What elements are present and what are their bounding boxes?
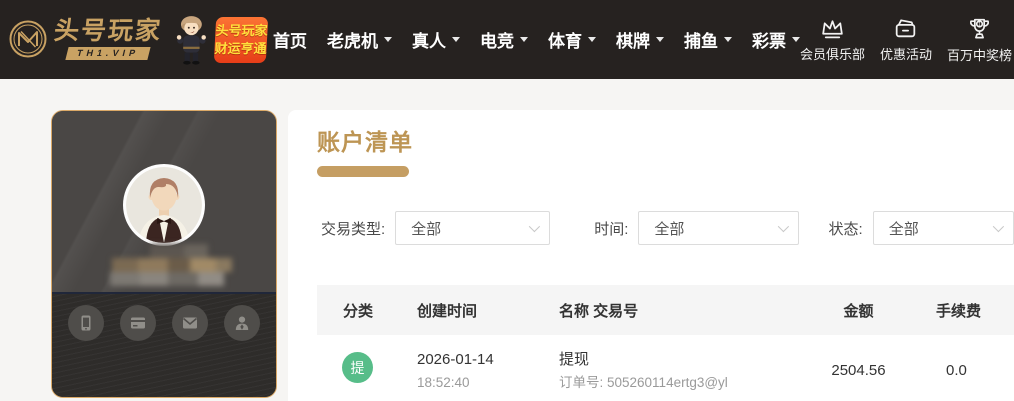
chevron-down-icon [587, 37, 596, 42]
blurred-username [106, 244, 234, 286]
filter-label-transaction-type: 交易类型: [321, 220, 386, 238]
shortcut-winners-board[interactable]: 1 百万中奖榜 [947, 16, 1012, 64]
wallet-icon [896, 18, 916, 37]
nav-shortcuts: 会员俱乐部 优惠活动 1 百万中奖榜 [800, 16, 1012, 64]
nav-item-slots[interactable]: 老虎机 [327, 27, 392, 52]
logo-domain: TH1.VIP [65, 47, 151, 60]
nav-item-chess[interactable]: 棋牌 [616, 27, 664, 52]
filter-label-time: 时间: [594, 220, 629, 238]
profile-card [51, 110, 277, 398]
time-select[interactable]: 全部 [638, 211, 799, 245]
trophy-icon: 1 [969, 18, 989, 38]
person-icon [235, 316, 249, 330]
mail-icon [182, 317, 198, 329]
profile-top-section [52, 111, 276, 292]
header-name-transaction: 名称 交易号 [559, 302, 639, 320]
withdraw-badge: 提 [342, 352, 373, 383]
nav-item-fishing[interactable]: 捕鱼 [684, 27, 732, 52]
status-select[interactable]: 全部 [872, 211, 1014, 245]
nav-item-esports[interactable]: 电竞 [480, 27, 528, 52]
card-icon [131, 317, 145, 329]
title-underline [317, 166, 409, 177]
fortune-badge-line1: 头号玩家 [214, 22, 268, 38]
bank-card-button[interactable] [120, 305, 156, 341]
nav-item-home[interactable]: 首页 [273, 27, 307, 52]
header-amount: 金额 [843, 302, 874, 320]
logo-title: 头号玩家 [52, 17, 164, 46]
site-logo[interactable]: 头号玩家 TH1.VIP [8, 17, 164, 60]
row-fee: 0.0 [946, 362, 967, 379]
row-amount: 2504.56 [831, 362, 886, 379]
filter-label-status: 状态: [828, 220, 863, 238]
chevron-down-icon [992, 220, 1005, 233]
chevron-down-icon [528, 220, 541, 233]
avatar [123, 164, 205, 246]
row-time: 18:52:40 [417, 375, 470, 390]
chevron-down-icon [519, 37, 528, 42]
crown-icon [822, 19, 843, 38]
table-header: 分类 创建时间 名称 交易号 金额 手续费 [317, 285, 1014, 335]
chevron-down-icon [451, 37, 460, 42]
chevron-down-icon [723, 37, 732, 42]
chevron-down-icon [777, 220, 789, 233]
nav-item-live[interactable]: 真人 [412, 27, 460, 52]
fortune-badge: 头号玩家 财运亨通 [213, 16, 269, 63]
row-name: 提现 [559, 351, 590, 368]
profile-button[interactable] [224, 305, 260, 341]
transaction-type-select[interactable]: 全部 [395, 211, 551, 245]
phone-icon [81, 315, 91, 331]
chevron-down-icon [655, 37, 664, 42]
mail-button[interactable] [172, 305, 208, 341]
header-fee: 手续费 [936, 302, 982, 320]
filter-bar: 交易类型: 全部 时间: 全部 状态: 全部 [317, 211, 1014, 245]
page: 头号玩家 TH1.VIP 头号玩家 财运亨通 首页 老虎机 真人 电竞 体育 棋… [0, 0, 1014, 401]
page-title: 账户清单 [317, 129, 413, 155]
header-category: 分类 [343, 302, 374, 320]
nav-item-sports[interactable]: 体育 [548, 27, 596, 52]
svg-text:1: 1 [978, 21, 981, 27]
row-date: 2026-01-14 [417, 351, 494, 368]
nav-item-lottery[interactable]: 彩票 [752, 27, 800, 52]
row-order-number: 订单号: 505260114ertg3@yl [559, 375, 728, 390]
logo-emblem-icon [9, 20, 47, 58]
mascot-character [176, 15, 206, 65]
chevron-down-icon [383, 37, 392, 42]
main-menu: 首页 老虎机 真人 电竞 体育 棋牌 捕鱼 彩票 [273, 27, 800, 52]
shortcut-promotions[interactable]: 优惠活动 [880, 16, 932, 64]
chevron-down-icon [791, 37, 800, 42]
fortune-badge-line2: 财运亨通 [214, 40, 267, 56]
content-panel: 账户清单 交易类型: 全部 时间: 全部 状态: 全部 分类 创建时间 名称 交… [288, 110, 1014, 401]
table-row: 提 2026-01-14 18:52:40 提现 订单号: 505260114e… [317, 335, 1014, 401]
shortcut-vip-club[interactable]: 会员俱乐部 [800, 16, 865, 64]
top-nav-bar: 头号玩家 TH1.VIP 头号玩家 财运亨通 首页 老虎机 真人 电竞 体育 棋… [0, 0, 1014, 79]
profile-quick-actions [52, 292, 276, 397]
phone-button[interactable] [68, 305, 104, 341]
header-created-time: 创建时间 [417, 302, 478, 320]
avatar-illustration [126, 167, 202, 243]
